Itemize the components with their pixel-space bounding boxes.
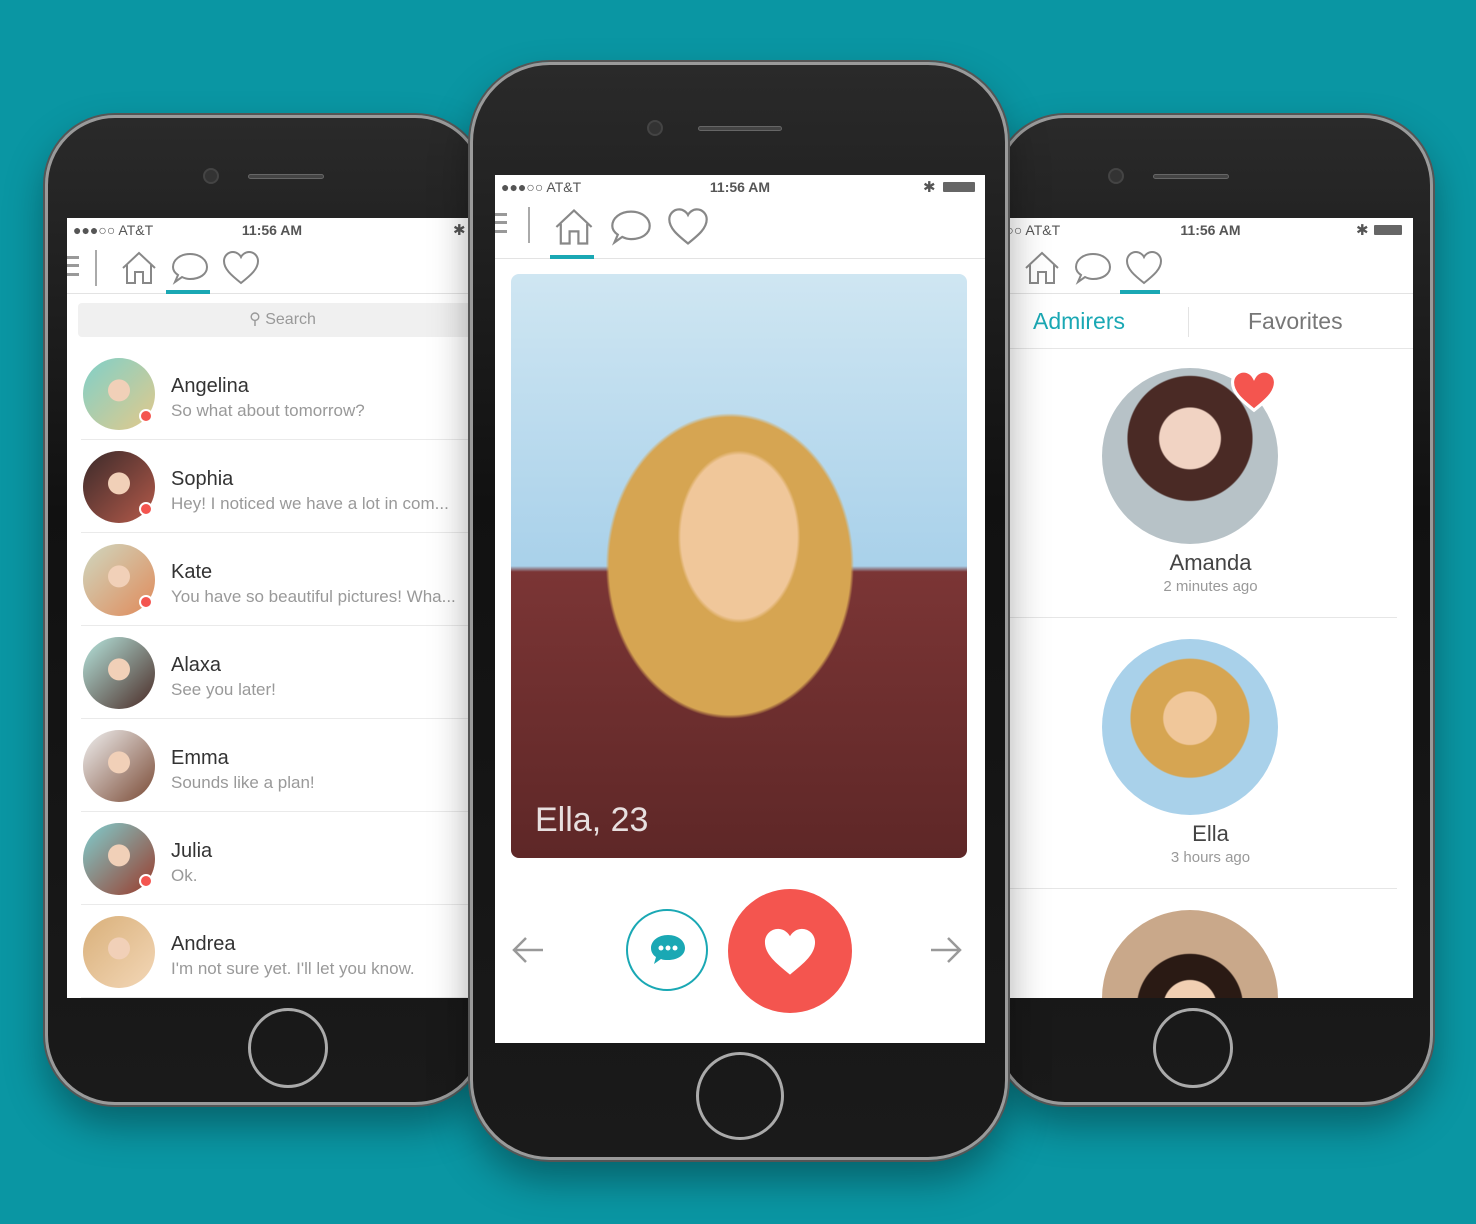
chat-bubble-icon[interactable] [170,248,210,288]
bluetooth-icon: ✱ [923,179,936,196]
message-preview: I'm not sure yet. I'll let you know. [171,959,415,978]
active-tab-indicator [166,290,210,294]
admirer-time: 3 hours ago [1170,849,1251,866]
speaker [248,174,324,179]
divider [1008,888,1397,889]
conversation-item[interactable]: Angelina So what about tomorrow? [81,347,477,440]
contact-name: Angelina [171,375,249,397]
bluetooth-icon: ✱ [453,222,466,239]
heart-badge-icon [1230,369,1278,413]
conversation-item[interactable]: Julia Ok. [81,812,477,905]
contact-name: Julia [171,840,213,862]
front-camera [1108,168,1124,184]
contact-name: Kate [171,561,213,583]
chat-bubble-icon[interactable] [1073,248,1113,288]
arrow-left-icon[interactable] [511,935,545,965]
home-icon[interactable] [119,248,159,288]
contact-name: Sophia [171,468,234,490]
unread-indicator [139,409,153,423]
chat-bubble-icon[interactable] [609,205,653,249]
nav-bar [67,242,477,294]
search-icon: ⚲ [249,311,266,328]
speaker [698,126,782,131]
admirer-time: 2 minutes ago [1163,578,1258,595]
clock: 11:56 AM [241,222,303,238]
heart-icon[interactable] [1124,248,1164,288]
tab-favorites[interactable]: Favorites [1248,308,1343,335]
conversation-item[interactable]: Alaxa See you later! [81,626,477,719]
arrow-right-icon[interactable] [929,935,963,965]
contact-name: Andrea [171,933,236,955]
heart-icon [764,928,816,975]
status-bar: ●●●○○ AT&T 11:56 AM ✱ [67,218,477,242]
conversation-item[interactable]: Andrea I'm not sure yet. I'll let you kno… [81,905,477,998]
divider [528,207,530,243]
conversation-item[interactable]: Emma Sounds like a plan! [81,719,477,812]
admirer-name: Amanda [1169,550,1252,575]
bluetooth-icon: ✱ [1356,222,1369,239]
avatar [83,637,155,709]
battery-icon [1374,225,1402,235]
nav-bar [495,199,985,259]
menu-icon[interactable] [67,256,79,276]
profile-card[interactable]: Ella, 23 [511,274,967,858]
menu-icon[interactable] [495,213,507,233]
nav-bar [1008,242,1413,294]
message-preview: Sounds like a plan! [171,773,315,792]
tab-admirers[interactable]: Admirers [1033,308,1125,335]
divider [1188,307,1189,337]
divider [1008,617,1397,618]
chat-dots-icon [651,935,685,964]
message-preview: Ok. [171,866,198,885]
home-button[interactable] [1153,1008,1233,1088]
message-preview: Hey! I noticed we have a lot in com... [171,494,449,513]
conversation-item[interactable]: Kate You have so beautiful pictures! Wha.… [81,533,477,626]
home-button[interactable] [696,1052,784,1140]
message-preview: See you later! [171,680,276,699]
clock: 11:56 AM [1180,222,1241,238]
unread-indicator [139,502,153,516]
admirers-tabs: Admirers Favorites [1008,295,1413,349]
home-icon[interactable] [552,205,596,249]
home-button[interactable] [248,1008,328,1088]
battery-icon [943,182,975,192]
admirer-name: Ella [1192,821,1229,846]
front-camera [203,168,219,184]
clock: 11:56 AM [709,179,771,195]
conversation-item[interactable]: Sophia Hey! I noticed we have a lot in co… [81,440,477,533]
search-input[interactable]: ⚲ Search [78,303,477,337]
admirer-avatar-ella[interactable] [1102,639,1278,815]
phone-admirers: ●●●○○ AT&T 11:56 AM ✱ Admirers Favorites… [995,115,1433,1105]
heart-icon[interactable] [666,205,710,249]
search-placeholder: Search [265,311,316,328]
contact-name: Alaxa [171,654,222,676]
message-preview: So what about tomorrow? [171,401,365,420]
speaker [1153,174,1229,179]
contact-name: Emma [171,747,229,769]
unread-indicator [139,595,153,609]
unread-indicator [139,874,153,888]
phone-messages: ●●●○○ AT&T 11:56 AM ✱ ⚲ Search Angelina S… [45,115,485,1105]
like-button[interactable] [728,889,852,1013]
heart-icon[interactable] [221,248,261,288]
message-button[interactable] [626,909,708,991]
discover-screen: ●●●○○ AT&T 11:56 AM ✱ Ella, 23 [495,175,985,1043]
profile-name-age: Ella, 23 [535,801,649,839]
messages-screen: ●●●○○ AT&T 11:56 AM ✱ ⚲ Search Angelina S… [67,218,477,998]
front-camera [647,120,663,136]
status-bar: ●●●○○ AT&T 11:56 AM ✱ [495,175,985,199]
status-bar: ●●●○○ AT&T 11:56 AM ✱ [1008,218,1413,242]
home-icon[interactable] [1022,248,1062,288]
active-tab-indicator [1120,290,1160,294]
admirers-screen: ●●●○○ AT&T 11:56 AM ✱ Admirers Favorites… [1008,218,1413,998]
active-tab-indicator [550,255,594,259]
divider [95,250,97,286]
phone-discover: ●●●○○ AT&T 11:56 AM ✱ Ella, 23 [470,62,1008,1160]
message-preview: You have so beautiful pictures! Wha... [171,587,456,606]
avatar [83,916,155,988]
avatar [83,730,155,802]
admirer-avatar[interactable] [1102,910,1278,998]
